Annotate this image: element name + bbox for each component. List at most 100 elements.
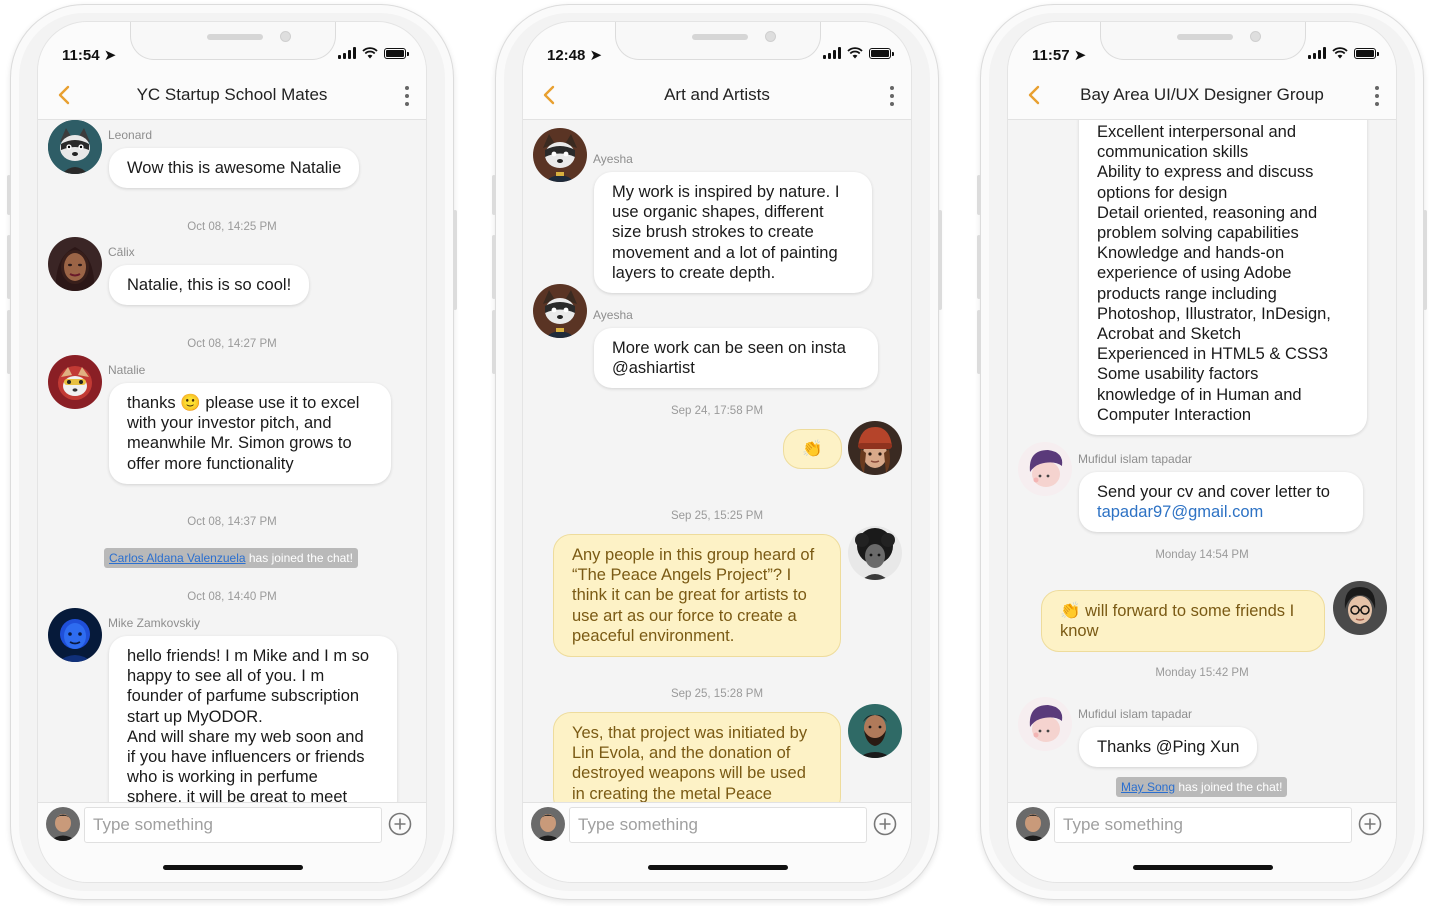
chevron-left-icon[interactable] [539,84,561,106]
message-bubble[interactable]: Wow this is awesome Natalie [109,148,360,189]
own-message-bubble[interactable]: Yes, that project was initiated by Lin E… [553,712,841,802]
avatar-ping-xun[interactable] [1333,581,1387,635]
own-message-bubble[interactable]: 👏 [783,429,842,470]
cellular-signal-icon [823,47,841,59]
avatar-afro[interactable] [848,526,902,580]
notch [130,22,336,60]
speaker [207,34,263,40]
system-icons [338,47,409,59]
plus-circle-icon[interactable] [1358,812,1382,836]
message-bubble[interactable]: More work can be seen on insta @ashiarti… [594,328,878,389]
avatar-mufidul[interactable] [1018,697,1072,751]
avatar-mufidul[interactable] [1018,442,1072,496]
email-link[interactable]: tapadar97@gmail.com [1097,502,1345,522]
timestamp: Monday 14:54 PM [1155,549,1249,561]
message-bubble[interactable]: hello friends! I m Mike and I m so happy… [109,636,397,802]
message-text: thanks 🙂 please use it to excel [127,394,360,412]
message-text: use art as our force to create a [572,606,797,625]
more-vertical-icon[interactable] [1372,84,1382,108]
home-indicator[interactable] [1133,865,1273,870]
own-message-bubble[interactable]: 👏 will forward to some friends I know [1041,590,1325,653]
message-list[interactable]: Excellent interpersonal and communicatio… [1008,120,1396,802]
message-text: know [1060,622,1099,641]
composer [523,802,911,882]
avatar-ayesha[interactable] [533,284,587,338]
battery-icon [384,47,409,59]
status-time: 11:57 ➤ [1032,46,1086,64]
message-input[interactable] [84,807,382,843]
message-bubble[interactable]: thanks 🙂 please use it to excel with you… [109,383,391,484]
avatar-self-hat[interactable] [848,421,902,475]
message-text: communication skills [1097,143,1249,162]
home-indicator[interactable] [648,865,788,870]
sender-name: Mufidul islam tapadar [1078,452,1193,466]
join-notice: Carlos Aldana Valenzuela has joined the … [104,548,358,568]
notch [1100,22,1306,60]
camera [765,31,776,42]
join-text: has joined the chat! [245,551,353,565]
message-text: Computer Interaction [1097,405,1252,424]
avatar-calix[interactable] [48,237,102,291]
message-text: with your investor pitch, and [127,414,332,433]
message-input[interactable] [569,807,867,843]
phone-screen: 11:54 ➤ YC Startup School Mates Leonard … [37,21,427,883]
composer [38,802,426,882]
timestamp: Oct 08, 14:27 PM [187,338,277,350]
message-list[interactable]: Leonard Wow this is awesome Natalie Oct … [38,120,426,802]
message-text: movement and a lot of painting [612,243,838,262]
more-vertical-icon[interactable] [402,84,412,108]
message-text: knowledge of in Human and [1097,385,1302,404]
wifi-icon [847,47,863,59]
message-bubble[interactable]: Excellent interpersonal and communicatio… [1079,120,1367,436]
user-link[interactable]: May Song [1121,780,1175,794]
message-text: problem solving capabilities [1097,224,1299,243]
message-text: hello friends! I m Mike and I m so [127,647,370,665]
volume-up-button [977,235,981,299]
phone-screen: 11:57 ➤ Bay Area UI/UX Designer Group Ex… [1007,21,1397,883]
plus-circle-icon[interactable] [388,812,412,836]
time-text: 12:48 [547,47,586,64]
message-text: use organic shapes, different [612,203,824,222]
avatar-beard[interactable] [848,704,902,758]
avatar-leonard[interactable] [48,120,102,174]
system-icons [823,47,894,59]
message-text: think it can be great for artists to [572,586,807,605]
message-text: Ability to express and discuss [1097,163,1314,182]
chevron-left-icon[interactable] [1024,84,1046,106]
message-text: size brush strokes to create [612,223,814,242]
timestamp: Monday 15:42 PM [1155,667,1249,679]
avatar-mike[interactable] [48,608,102,662]
home-indicator[interactable] [163,865,303,870]
message-bubble[interactable]: Send your cv and cover letter to tapadar… [1079,472,1363,533]
status-time: 11:54 ➤ [62,46,116,64]
message-bubble[interactable]: Natalie, this is so cool! [109,265,310,306]
user-link[interactable]: Carlos Aldana Valenzuela [109,551,246,565]
cellular-signal-icon [338,47,356,59]
wifi-icon [1332,47,1348,59]
avatar-ayesha[interactable] [533,128,587,182]
message-input[interactable] [1054,807,1352,843]
message-text: Acrobat and Sketch [1097,325,1242,344]
message-text: Experienced in HTML5 & CSS3 [1097,345,1329,364]
my-avatar[interactable] [46,807,80,841]
message-bubble[interactable]: My work is inspired by nature. I use org… [594,172,872,294]
more-vertical-icon[interactable] [887,84,897,108]
sender-name: Mufidul islam tapadar [1078,707,1193,721]
my-avatar[interactable] [531,807,565,841]
volume-up-button [7,235,11,299]
plus-circle-icon[interactable] [873,812,897,836]
message-text: destroyed weapons will be used [572,764,806,783]
own-message-bubble[interactable]: Any people in this group heard of “The P… [553,534,841,658]
join-text: has joined the chat! [1175,780,1283,794]
message-list[interactable]: Ayesha My work is inspired by nature. I … [523,120,911,802]
avatar-natalie[interactable] [48,355,102,409]
message-text: Knowledge and hands-on [1097,244,1285,263]
silent-switch [977,175,981,215]
sender-name: Ayesha [593,308,633,322]
chevron-left-icon[interactable] [54,84,76,106]
message-bubble[interactable]: Thanks @Ping Xun [1079,727,1258,768]
my-avatar[interactable] [1016,807,1050,841]
timestamp: Sep 25, 15:28 PM [670,688,764,700]
message-text: founder of parfume subscription [127,687,360,706]
composer [1008,802,1396,882]
